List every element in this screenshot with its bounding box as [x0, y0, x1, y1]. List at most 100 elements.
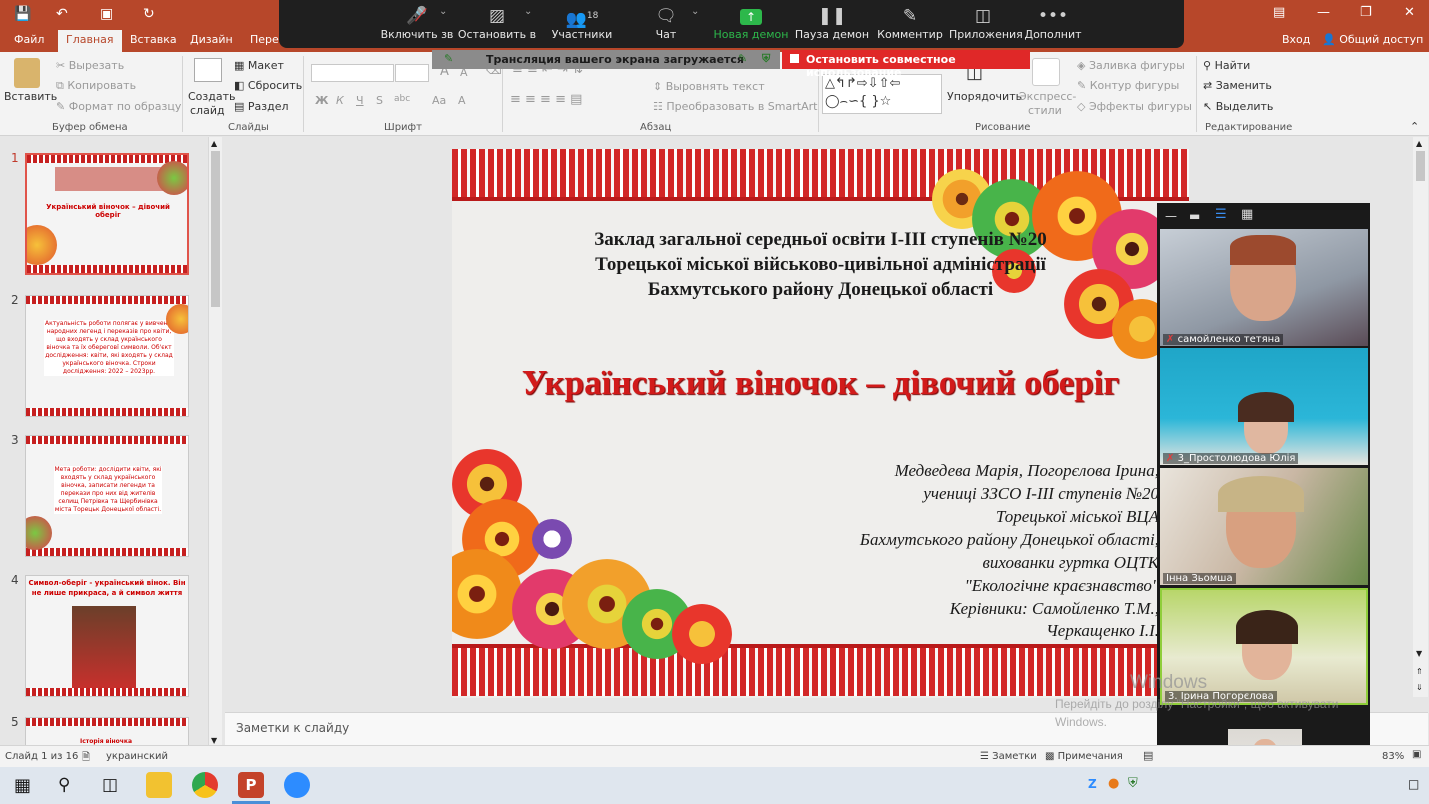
align-icons[interactable]: ≡ ≡ ≡ ≡ ▤	[510, 92, 582, 107]
shapes-gallery[interactable]: △↰↱⇨⇩⇧⇦ ◯⌢∽{ }☆	[822, 74, 942, 114]
thumbnail-slide-3[interactable]: Мета роботи: дослідити квіти, які входят…	[25, 435, 189, 557]
undo-icon[interactable]: ↶	[56, 6, 68, 22]
stop-share-button[interactable]: Остановить совместное использование	[782, 50, 1030, 79]
gallery-view-icon[interactable]: ▦	[1241, 207, 1253, 222]
video-tile[interactable]: ✗ самойленко тетяна	[1160, 229, 1368, 346]
scroll-down-icon[interactable]: ▼	[211, 736, 217, 745]
apps-button[interactable]: ◫ Приложения	[949, 0, 1023, 48]
redo-icon[interactable]: ↻	[143, 6, 155, 22]
comments-toggle[interactable]: ▩ Примечания	[1045, 751, 1123, 762]
format-painter-button[interactable]: ✎ Формат по образцу	[56, 100, 181, 113]
shape-outline-button[interactable]: ✎ Контур фигуры	[1077, 79, 1179, 92]
close-icon[interactable]: ✕	[1404, 5, 1415, 20]
thumbnail-slide-2[interactable]: Актуальність роботи полягає у вивченні н…	[25, 295, 189, 417]
main-slide[interactable]: Заклад загальної середньої освіти І-ІІІ …	[452, 149, 1189, 698]
shape-fill-button[interactable]: ◈ Заливка фигуры	[1077, 59, 1185, 72]
replace-button[interactable]: ⇄ Заменить	[1203, 79, 1272, 92]
thumbnail-scrollbar[interactable]: ▲ ▼	[208, 137, 222, 747]
tab-home[interactable]: Главная	[58, 30, 122, 52]
find-button[interactable]: ⚲ Найти	[1203, 59, 1250, 72]
cut-button[interactable]: ✂ Вырезать	[56, 59, 124, 72]
fit-slide-icon[interactable]: ▣	[1412, 749, 1421, 760]
scroll-thumb[interactable]	[211, 151, 220, 307]
zoom-app-icon[interactable]	[284, 772, 310, 798]
section-button[interactable]: ▤ Раздел	[234, 100, 289, 113]
scroll-thumb[interactable]	[1416, 151, 1425, 181]
task-view-icon[interactable]: ◫	[102, 775, 118, 795]
pause-share-button[interactable]: ❚❚ Пауза демон	[793, 0, 871, 48]
shape-effects-button[interactable]: ◇ Эффекты фигуры	[1077, 100, 1192, 113]
thumbnail-slide-5[interactable]: Історія віночка	[25, 717, 189, 747]
copy-button[interactable]: ⧉ Копировать	[56, 79, 136, 93]
avast-tray-icon[interactable]: ●	[1108, 776, 1119, 791]
chrome-icon[interactable]	[192, 772, 218, 798]
minimize-icon[interactable]: —	[1165, 209, 1177, 223]
zoom-level[interactable]: 83%	[1382, 751, 1404, 762]
arrange-button[interactable]: Упорядочить	[947, 90, 1022, 103]
share-button[interactable]: 👤 Общий доступ	[1322, 33, 1423, 46]
strike-button[interactable]: S	[376, 94, 383, 107]
scroll-up-icon[interactable]: ▲	[1416, 139, 1422, 148]
char-spacing-button[interactable]: abc	[394, 94, 410, 104]
select-button[interactable]: ↖ Выделить	[1203, 100, 1273, 113]
editor-scrollbar[interactable]: ▲ ▼ ⇑ ⇓	[1413, 137, 1428, 697]
thumbnail-slide-1[interactable]: Український віночок – дівочий оберіг	[25, 153, 189, 275]
powerpoint-icon[interactable]: P	[238, 772, 264, 798]
chevron-down-icon[interactable]: ⌄	[439, 6, 447, 17]
strip-view-icon[interactable]: ☰	[1215, 207, 1227, 222]
collapse-ribbon-icon[interactable]: ⌃	[1410, 120, 1419, 133]
smartart-button[interactable]: ☷ Преобразовать в SmartArt	[653, 100, 817, 113]
speaker-view-icon[interactable]: ▬	[1189, 209, 1200, 223]
chevron-down-icon[interactable]: ⌄	[524, 6, 532, 17]
ribbon-options-icon[interactable]: ▤	[1273, 5, 1285, 20]
login-link[interactable]: Вход	[1282, 33, 1310, 46]
font-family-dropdown[interactable]	[311, 64, 394, 82]
scroll-up-icon[interactable]: ▲	[211, 139, 217, 148]
tab-insert[interactable]: Вставка	[130, 33, 177, 46]
windows-start-icon[interactable]: ▦	[14, 775, 31, 796]
quick-styles-icon[interactable]	[1032, 58, 1060, 86]
video-tile[interactable]: Інна Зьомша	[1160, 468, 1368, 585]
new-share-button[interactable]: ↑ Новая демон	[711, 0, 791, 48]
annotate-button[interactable]: ✎ Комментир	[875, 0, 945, 48]
font-color-button[interactable]: А	[458, 94, 466, 107]
next-slide-icon[interactable]: ⇓	[1416, 683, 1423, 692]
layout-button[interactable]: ▦ Макет	[234, 59, 284, 72]
maximize-icon[interactable]: ❐	[1360, 5, 1372, 20]
italic-button[interactable]: К	[336, 94, 344, 107]
video-tile[interactable]: ✗ 3_Простолюдова Юлія	[1160, 348, 1368, 465]
language-indicator[interactable]: украинский	[106, 751, 168, 762]
thumbnail-slide-4[interactable]: Символ-оберіг - український вінок. Він н…	[25, 575, 189, 697]
new-slide-button[interactable]: Создать	[188, 90, 236, 103]
minimize-icon[interactable]: —	[1317, 5, 1330, 20]
file-explorer-icon[interactable]	[146, 772, 172, 798]
search-icon[interactable]: ⚲	[58, 775, 70, 795]
zoom-tray-icon[interactable]: Z	[1088, 777, 1097, 791]
normal-view-icon[interactable]: ▤	[1143, 749, 1153, 762]
chat-button[interactable]: 🗨 Чат	[634, 0, 698, 48]
chevron-down-icon[interactable]: ⌄	[691, 6, 699, 17]
shield-tray-icon[interactable]: ⛨	[1128, 776, 1138, 791]
save-icon[interactable]: 💾	[14, 6, 31, 22]
font-size-dropdown[interactable]	[395, 64, 429, 82]
reset-button[interactable]: ◧ Сбросить	[234, 79, 302, 92]
more-button[interactable]: ••• Дополнит	[1021, 0, 1085, 48]
align-text-button[interactable]: ⇕ Выровнять текст	[653, 80, 765, 93]
notes-toggle[interactable]: ☰ Заметки	[980, 751, 1037, 762]
tab-file[interactable]: Файл	[14, 33, 44, 46]
underline-button[interactable]: Ч	[356, 94, 364, 107]
prev-slide-icon[interactable]: ⇑	[1416, 667, 1423, 676]
paste-icon[interactable]	[14, 58, 40, 88]
scroll-down-icon[interactable]: ▼	[1416, 649, 1422, 658]
slideshow-icon[interactable]: ▣	[100, 6, 113, 22]
paste-button[interactable]: Вставить	[4, 90, 57, 103]
spellcheck-icon[interactable]: 🗎	[82, 750, 90, 767]
quick-styles-button[interactable]: Экспресс-	[1019, 90, 1076, 103]
tab-transitions[interactable]: Пере	[250, 33, 279, 46]
bold-button[interactable]: Ж	[315, 94, 328, 107]
tab-design[interactable]: Дизайн	[190, 33, 233, 46]
notification-icon[interactable]: □	[1408, 777, 1419, 791]
new-slide-icon[interactable]	[194, 58, 222, 82]
change-case-button[interactable]: Аа	[432, 94, 446, 107]
participants-button[interactable]: 👥18 Участники	[542, 0, 622, 48]
